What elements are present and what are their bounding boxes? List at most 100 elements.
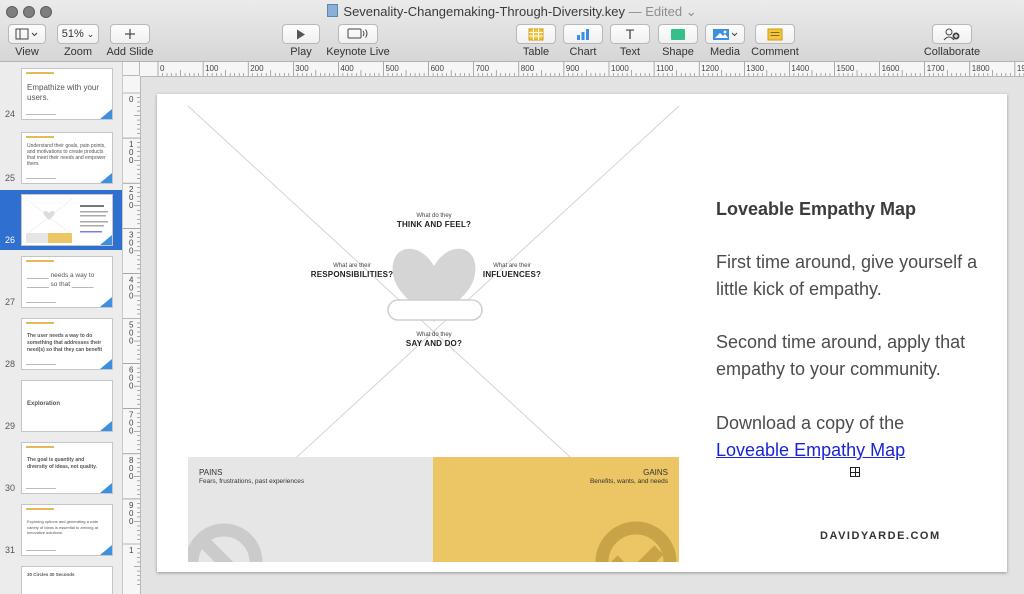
slide-thumbnail-27[interactable]: ______ needs a way to ______ so that ___…	[0, 252, 122, 312]
ruler-label: 800	[521, 64, 535, 73]
brand-footer: DAVIDYARDE.COM	[820, 530, 941, 542]
checkmark-icon	[595, 521, 677, 562]
slide-preview: Understand their goals, pain points, and…	[21, 132, 113, 184]
ruler-label: 1500	[837, 64, 855, 73]
slide-thumbnail-24[interactable]: Empathize with your users. 24	[0, 64, 122, 124]
ruler-label: 400	[340, 64, 354, 73]
empathy-map-link[interactable]: Loveable Empathy Map	[716, 440, 905, 460]
ruler-label: 1	[129, 546, 134, 555]
pains-title: PAINS	[199, 468, 223, 477]
collaborate-label: Collaborate	[923, 46, 981, 58]
zoom-value: 51%	[61, 28, 84, 40]
chevron-down-icon: ⌄	[86, 28, 95, 39]
ruler-ticks: 0 100 200 300 400 500 600 700 800 900 1000 1100 1200…	[157, 62, 1024, 76]
slide-preview: Exploration	[21, 380, 113, 432]
say-do-label: What do they SAY AND DO?	[405, 332, 463, 348]
gains-subtitle: Benefits, wants, and needs	[589, 478, 668, 485]
table-button[interactable]	[516, 24, 556, 44]
broadcast-icon	[347, 28, 368, 39]
view-button[interactable]	[8, 24, 46, 44]
shape-icon	[671, 28, 685, 40]
comment-label: Comment	[751, 46, 799, 58]
ruler-label: 300	[295, 64, 309, 73]
ruler-label: 500	[386, 64, 400, 73]
play-icon	[297, 29, 305, 39]
chart-icon	[577, 28, 589, 40]
think-feel-label: What do they THINK AND FEEL?	[396, 213, 472, 229]
ruler-label: 1400	[791, 64, 809, 73]
ruler-label: 0	[129, 517, 134, 526]
ruler-label: 1800	[972, 64, 990, 73]
ruler-label: 0	[129, 337, 134, 346]
slide-thumbnail-28[interactable]: The user needs a way to do something tha…	[0, 314, 122, 374]
ruler-label: 1200	[701, 64, 719, 73]
pains-subtitle: Fears, frustrations, past experiences	[199, 478, 305, 485]
slide-preview: 30 Circles 30 Seconds	[21, 566, 113, 594]
paragraph-second-time: Second time around, apply that empathy t…	[716, 332, 966, 379]
ruler-label: 0	[160, 64, 165, 73]
ruler-label: 0	[129, 95, 134, 104]
document-name: Sevenality-Changemaking-Through-Diversit…	[343, 4, 625, 19]
play-button[interactable]	[282, 24, 320, 44]
ruler-label: 0	[129, 246, 134, 255]
edited-status[interactable]: — Edited ⌄	[629, 4, 697, 19]
ruler-ticks: 01002003004005006007008009001	[123, 92, 140, 585]
horizontal-ruler[interactable]: 0 100 200 300 400 500 600 700 800 900 1000 1100 1200…	[140, 62, 1024, 77]
slide-thumbnail-26[interactable]: 26	[0, 190, 122, 250]
slide-thumbnail-32[interactable]: 30 Circles 30 Seconds	[0, 562, 122, 594]
keynote-document-icon	[327, 4, 339, 17]
chart-button[interactable]	[563, 24, 603, 44]
ruler-label: 1600	[882, 64, 900, 73]
ruler-label: 0	[129, 472, 134, 481]
ruler-label: 1700	[927, 64, 945, 73]
slide-preview: Exploring options and generating a wide …	[21, 504, 113, 556]
comment-icon	[767, 28, 783, 40]
slide-number: 29	[5, 421, 16, 431]
pill-shape	[387, 299, 483, 321]
ruler-label: 1100	[656, 64, 674, 73]
add-slide-label: Add Slide	[106, 46, 154, 58]
ruler-label: 0	[129, 382, 134, 391]
slide-number: 24	[5, 109, 16, 119]
slide-thumbnail-25[interactable]: Understand their goals, pain points, and…	[0, 128, 122, 188]
slide-number: 27	[5, 297, 16, 307]
ruler-label: 0	[129, 291, 134, 300]
slide-preview: ______ needs a way to ______ so that ___…	[21, 256, 113, 308]
plus-icon	[125, 29, 135, 39]
add-slide-button[interactable]	[110, 24, 150, 44]
ruler-label: 0	[129, 427, 134, 436]
slide-thumbnail-31[interactable]: Exploring options and generating a wide …	[0, 500, 122, 560]
ruler-label: 100	[205, 64, 219, 73]
shape-button[interactable]	[658, 24, 698, 44]
ruler-label: 0	[129, 201, 134, 210]
media-icon	[713, 28, 738, 40]
slide-preview	[21, 194, 113, 246]
ruler-label: 1300	[746, 64, 764, 73]
ruler-label: 0	[129, 156, 134, 165]
gains-section: GAINS Benefits, wants, and needs	[433, 457, 679, 562]
slide-preview: The goal is quantity and diversity of id…	[21, 442, 113, 494]
slide-number: 30	[5, 483, 16, 493]
keynote-live-button[interactable]	[338, 24, 378, 44]
collaborate-button[interactable]	[932, 24, 972, 44]
slide-heading: Loveable Empathy Map	[716, 199, 917, 219]
crosshair-cursor-icon	[850, 467, 860, 477]
paragraph-download: Download a copy of the Loveable Empathy …	[716, 413, 906, 460]
slide-26[interactable]: What do they THINK AND FEEL? What are th…	[157, 94, 1007, 572]
slide-thumbnail-29[interactable]: Exploration 29	[0, 376, 122, 436]
ruler-label: 200	[250, 64, 264, 73]
text-button[interactable]: T	[610, 24, 650, 44]
gains-title: GAINS	[643, 468, 668, 477]
zoom-select[interactable]: 51% ⌄	[57, 24, 99, 44]
vertical-ruler[interactable]: 01002003004005006007008009001	[123, 76, 141, 594]
comment-button[interactable]	[755, 24, 795, 44]
ruler-label: 1000	[611, 64, 629, 73]
table-icon	[528, 28, 544, 40]
slide-number: 25	[5, 173, 16, 183]
slide-thumbnail-30[interactable]: The goal is quantity and diversity of id…	[0, 438, 122, 498]
ruler-label: 900	[566, 64, 580, 73]
slide-navigator[interactable]: Empathize with your users. 24 Understand…	[0, 62, 123, 594]
sidebar-view-icon	[15, 28, 38, 40]
media-button[interactable]	[705, 24, 745, 44]
keynote-live-label: Keynote Live	[326, 46, 390, 58]
